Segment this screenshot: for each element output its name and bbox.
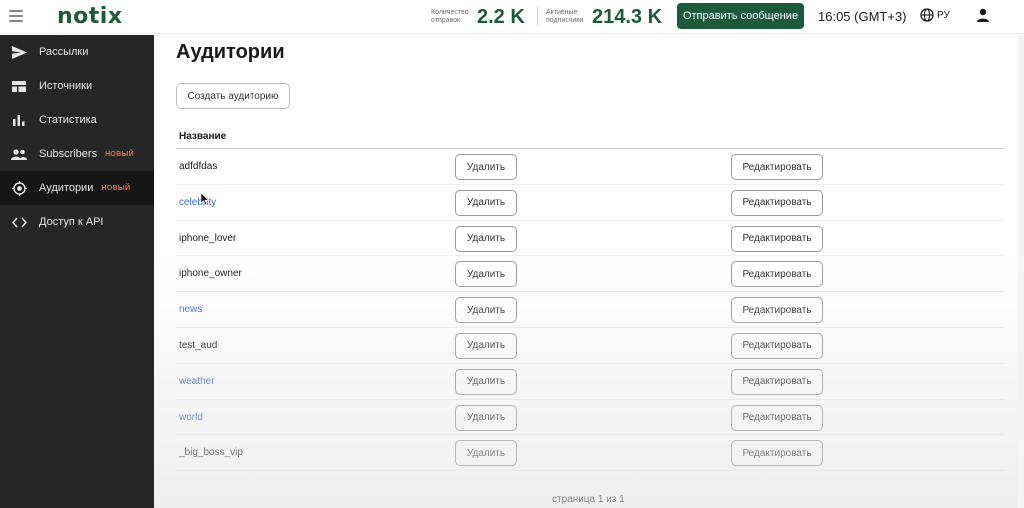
audience-name: _big_boss_vip [179, 447, 243, 459]
table-row: weather Удалить Редактировать [176, 364, 1004, 400]
target-icon [11, 180, 27, 196]
edit-button[interactable]: Редактировать [731, 154, 823, 180]
pagination: страница 1 из 1 [552, 494, 625, 505]
edit-button[interactable]: Редактировать [731, 368, 823, 395]
column-header-name: Название [176, 125, 1004, 149]
audience-name[interactable]: news [179, 292, 202, 327]
mouse-cursor-icon [201, 193, 210, 206]
sidebar-item-label: Источники [39, 80, 93, 92]
delete-button[interactable]: Удалить [455, 154, 517, 180]
sidebar-item-label: Subscribers [39, 148, 98, 160]
delete-button[interactable]: Удалить [455, 261, 517, 288]
delete-button[interactable]: Удалить [455, 368, 517, 395]
globe-icon [920, 8, 934, 22]
table-row: celebrity Удалить Редактировать [176, 185, 1004, 221]
user-icon[interactable] [976, 8, 990, 22]
edit-button[interactable]: Редактировать [731, 332, 823, 359]
send-icon [11, 45, 27, 59]
delete-button[interactable]: Удалить [455, 225, 517, 252]
sidebar-item-subscribers[interactable]: Subscribers НОВЫЙ [0, 137, 154, 171]
language-label: РУ [937, 9, 950, 21]
audience-name: iphone_owner [179, 268, 242, 280]
new-badge: НОВЫЙ [101, 184, 131, 192]
sidebar-item-statistics[interactable]: Статистика [0, 103, 154, 137]
sidebar-item-label: Рассылки [39, 46, 89, 58]
sidebar: Рассылки Источники Статистика Subscriber… [0, 35, 154, 508]
language-switcher[interactable]: РУ [920, 8, 950, 22]
stats-icon [11, 113, 27, 127]
table-row: iphone_owner Удалить Редактировать [176, 256, 1004, 293]
sent-count-value: 2.2 K [477, 5, 525, 28]
logo[interactable]: notix [57, 4, 123, 29]
table-row: iphone_lover Удалить Редактировать [176, 221, 1004, 257]
send-message-button[interactable]: Отправить сообщение [677, 3, 804, 29]
audience-name[interactable]: world [179, 400, 203, 435]
edit-button[interactable]: Редактировать [731, 404, 823, 431]
people-icon [11, 147, 27, 161]
delete-button[interactable]: Удалить [455, 332, 517, 359]
audience-name: adfdfdas [179, 161, 218, 172]
sent-count-caption: Количество отправок [431, 9, 469, 24]
sidebar-item-audiences[interactable]: Аудитории НОВЫЙ [0, 171, 154, 205]
code-icon [11, 215, 27, 229]
clock: 16:05 (GMT+3) [818, 9, 907, 24]
menu-icon[interactable] [9, 10, 23, 22]
page-title: Аудитории [176, 41, 285, 63]
sidebar-item-sources[interactable]: Источники [0, 69, 154, 103]
delete-button[interactable]: Удалить [455, 440, 517, 467]
audience-name[interactable]: weather [179, 364, 215, 399]
sent-count-stat: Количество отправок 2.2 K [431, 0, 525, 34]
active-subscribers-caption: Активные подписчики [546, 9, 584, 24]
sidebar-item-mailings[interactable]: Рассылки [0, 35, 154, 69]
delete-button[interactable]: Удалить [455, 404, 517, 431]
table-row: test_aud Удалить Редактировать [176, 328, 1004, 364]
table-row: world Удалить Редактировать [176, 400, 1004, 436]
create-audience-button[interactable]: Создать аудиторию [176, 83, 290, 109]
audience-name[interactable]: celebrity [179, 185, 216, 220]
edit-button[interactable]: Редактировать [731, 189, 823, 216]
table-row: news Удалить Редактировать [176, 292, 1004, 328]
edit-button[interactable]: Редактировать [731, 225, 823, 252]
table-row: _big_boss_vip Удалить Редактировать [176, 435, 1004, 472]
scrollbar-track[interactable] [1018, 35, 1024, 508]
sidebar-item-label: Доступ к API [39, 216, 104, 228]
active-subscribers-stat: Активные подписчики 214.3 K [546, 0, 662, 34]
active-subscribers-value: 214.3 K [592, 5, 663, 28]
edit-button[interactable]: Редактировать [731, 440, 823, 467]
edit-button[interactable]: Редактировать [731, 261, 823, 288]
stat-divider [537, 7, 538, 25]
sidebar-item-api-access[interactable]: Доступ к API [0, 205, 154, 239]
edit-button[interactable]: Редактировать [731, 297, 823, 324]
audiences-table: Название adfdfdas Удалить Редактировать cel… [176, 125, 1004, 472]
top-bar: notix Количество отправок 2.2 K Активные… [0, 0, 1024, 34]
audience-name: test_aud [179, 339, 218, 351]
audience-name: iphone_lover [179, 232, 237, 244]
delete-button[interactable]: Удалить [455, 297, 517, 324]
sidebar-item-label: Аудитории [39, 182, 94, 194]
sources-icon [11, 79, 27, 93]
sidebar-item-label: Статистика [39, 114, 97, 126]
main-content: Аудитории Создать аудиторию Название adf… [154, 35, 1024, 508]
new-badge: НОВЫЙ [105, 150, 135, 158]
table-row: adfdfdas Удалить Редактировать [176, 149, 1004, 185]
delete-button[interactable]: Удалить [455, 189, 517, 216]
